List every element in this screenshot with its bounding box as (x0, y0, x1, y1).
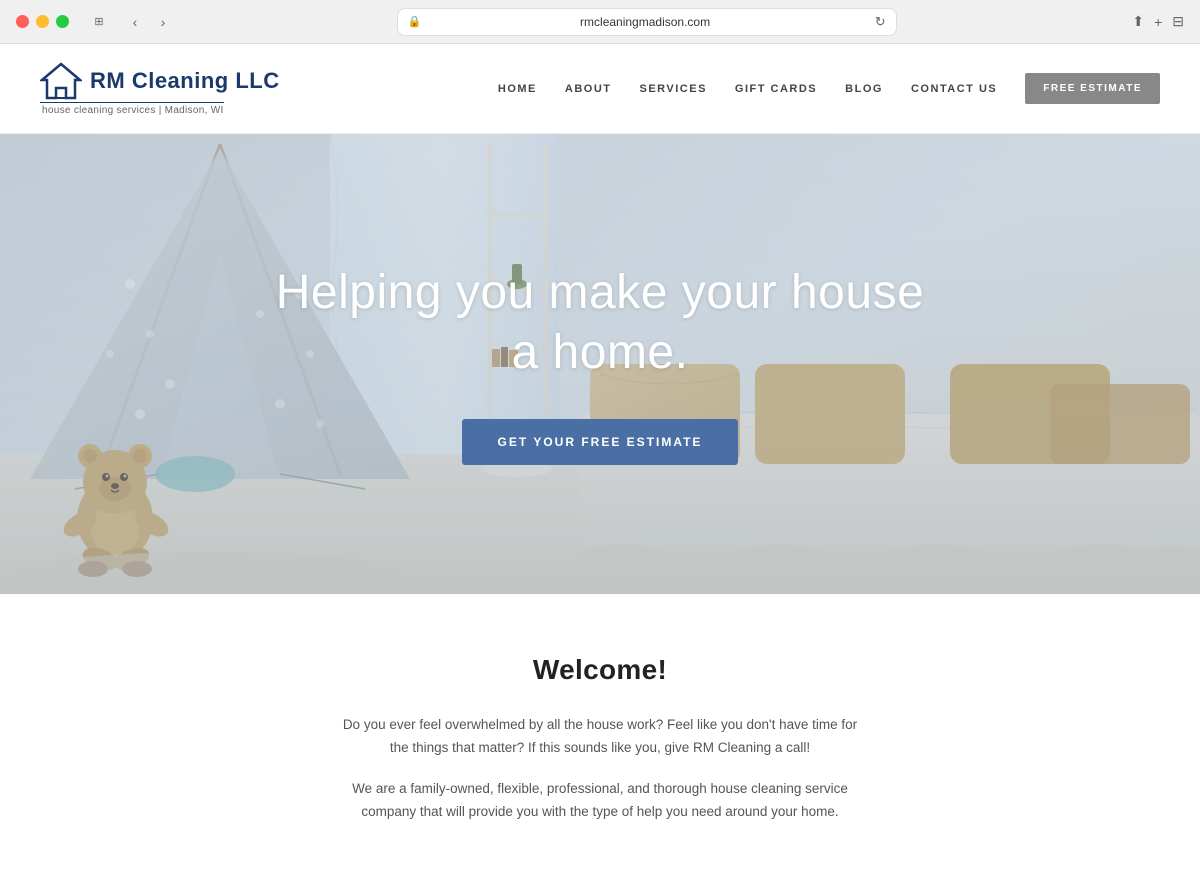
nav-contact[interactable]: CONTACT US (911, 83, 997, 95)
browser-titlebar: ⊞ ‹ › 🔒 rmcleaningmadison.com ↻ ⬆ + ⊟ (0, 0, 1200, 44)
hero-content: Helping you make your house a home. GET … (236, 263, 965, 465)
website-content: RM Cleaning LLC house cleaning services … (0, 44, 1200, 886)
welcome-paragraph-2: We are a family-owned, flexible, profess… (340, 778, 860, 824)
nav-about[interactable]: ABOUT (565, 83, 612, 95)
refresh-icon[interactable]: ↻ (875, 14, 886, 30)
url-text: rmcleaningmadison.com (427, 15, 862, 29)
hero-cta-button[interactable]: GET YOUR FREE ESTIMATE (462, 419, 739, 465)
logo-area: RM Cleaning LLC house cleaning services … (40, 62, 280, 116)
welcome-title: Welcome! (40, 654, 1160, 686)
site-header: RM Cleaning LLC house cleaning services … (0, 44, 1200, 134)
minimize-dot[interactable] (36, 15, 49, 28)
main-nav: HOME ABOUT SERVICES GIFT CARDS BLOG CONT… (498, 73, 1160, 104)
hero-heading: Helping you make your house a home. (276, 263, 925, 383)
logo-text: RM Cleaning LLC (90, 68, 280, 94)
nav-home[interactable]: HOME (498, 83, 537, 95)
free-estimate-nav-button[interactable]: FREE ESTIMATE (1025, 73, 1160, 104)
nav-services[interactable]: SERVICES (639, 83, 706, 95)
lock-icon: 🔒 (408, 15, 422, 28)
window-icon: ⊞ (85, 8, 113, 36)
sidebar-icon[interactable]: ⊟ (1172, 13, 1184, 30)
forward-button[interactable]: › (149, 8, 177, 36)
browser-window: ⊞ ‹ › 🔒 rmcleaningmadison.com ↻ ⬆ + ⊟ (0, 0, 1200, 886)
hero-section: Helping you make your house a home. GET … (0, 134, 1200, 594)
maximize-dot[interactable] (56, 15, 69, 28)
logo-main: RM Cleaning LLC (40, 62, 280, 100)
new-tab-icon[interactable]: + (1154, 14, 1162, 30)
welcome-paragraph-1: Do you ever feel overwhelmed by all the … (340, 714, 860, 760)
back-button[interactable]: ‹ (121, 8, 149, 36)
share-icon[interactable]: ⬆ (1132, 13, 1144, 30)
nav-blog[interactable]: BLOG (845, 83, 883, 95)
address-bar[interactable]: 🔒 rmcleaningmadison.com ↻ (397, 8, 897, 36)
logo-icon (40, 62, 82, 100)
nav-gift-cards[interactable]: GIFT CARDS (735, 83, 817, 95)
close-dot[interactable] (16, 15, 29, 28)
welcome-section: Welcome! Do you ever feel overwhelmed by… (0, 594, 1200, 886)
window-controls (16, 15, 69, 28)
logo-tagline: house cleaning services | Madison, WI (40, 102, 224, 116)
browser-action-buttons: ⬆ + ⊟ (1132, 13, 1184, 30)
